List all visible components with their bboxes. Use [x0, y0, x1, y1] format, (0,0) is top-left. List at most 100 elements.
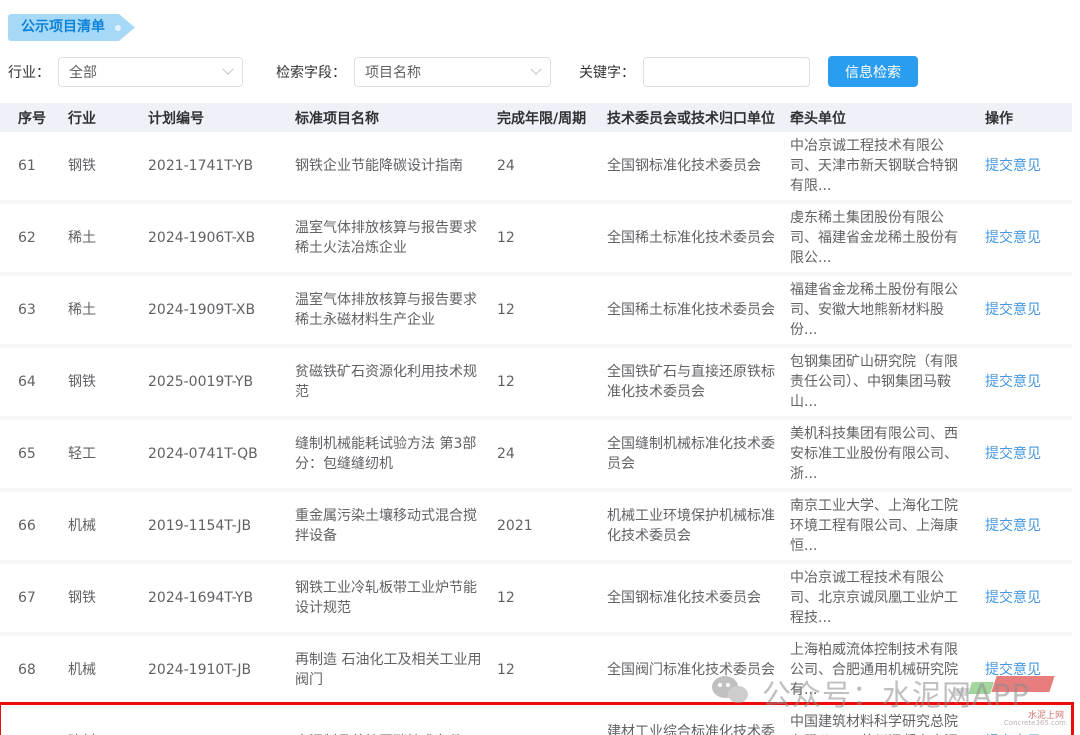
cell-committee: 机械工业环境保护机械标准化技术委员会	[607, 502, 790, 550]
cell-industry: 轻工	[68, 440, 148, 468]
cell-project-name: 钢铁企业节能降碳设计指南	[295, 152, 497, 180]
col-header-project-name: 标准项目名称	[295, 108, 497, 128]
cell-committee: 全国阀门标准化技术委员会	[607, 656, 790, 684]
table-header: 序号 行业 计划编号 标准项目名称 完成年限/周期 技术委员会或技术归口单位 牵…	[0, 103, 1072, 132]
submit-opinion-link[interactable]: 提交意见	[985, 158, 1041, 174]
cell-plan-no: 2024-1906T-XB	[148, 224, 295, 252]
cell-lead-unit: 中国建筑材料科学研究总院有限公司、苏州混凝土水泥制...	[790, 708, 985, 735]
industry-select[interactable]: 全部	[58, 57, 243, 87]
page-title: 公示项目清单	[21, 19, 105, 35]
cell-industry: 机械	[68, 512, 148, 540]
cell-seq: 62	[18, 224, 68, 252]
cell-committee: 全国铁矿石与直接还原铁标准化技术委员会	[607, 358, 790, 406]
cell-committee: 全国缝制机械标准化技术委员会	[607, 430, 790, 478]
cell-committee: 全国钢标准化技术委员会	[607, 152, 790, 180]
cell-period: 24	[497, 152, 607, 180]
submit-opinion-link[interactable]: 提交意见	[985, 518, 1041, 534]
keyword-input-wrapper	[643, 57, 810, 87]
chevron-down-icon	[222, 63, 233, 74]
cell-project-name: 缝制机械能耗试验方法 第3部分：包缝缝纫机	[295, 430, 497, 478]
cell-industry: 稀土	[68, 296, 148, 324]
table-body: 61 钢铁 2021-1741T-YB 钢铁企业节能降碳设计指南 24 全国钢标…	[0, 132, 1072, 735]
cell-industry: 稀土	[68, 224, 148, 252]
cell-project-name: 温室气体排放核算与报告要求 稀土永磁材料生产企业	[295, 286, 497, 334]
keyword-input[interactable]	[654, 64, 799, 80]
cell-action: 提交意见	[985, 152, 1072, 180]
filter-bar: 行业： 全部 检索字段： 项目名称 关键字： 信息检索	[8, 56, 1072, 87]
cell-action: 提交意见	[985, 368, 1072, 396]
cell-period: 12	[497, 368, 607, 396]
cell-project-name: 钢铁工业冷轧板带工业炉节能设计规范	[295, 574, 497, 622]
submit-opinion-link[interactable]: 提交意见	[985, 590, 1041, 606]
col-header-committee: 技术委员会或技术归口单位	[607, 108, 790, 128]
cell-seq: 65	[18, 440, 68, 468]
cell-project-name: 水泥制品养护固碳技术条件	[295, 728, 497, 735]
cell-plan-no: 2024-1909T-XB	[148, 296, 295, 324]
cell-period: 12	[497, 656, 607, 684]
search-field-select[interactable]: 项目名称	[354, 57, 551, 87]
cell-period: 2021	[497, 512, 607, 540]
cell-plan-no: 2021-1741T-YB	[148, 152, 295, 180]
cell-lead-unit: 福建省金龙稀土股份有限公司、安徽大地熊新材料股份...	[790, 276, 985, 344]
table-row: 66 机械 2019-1154T-JB 重金属污染土壤移动式混合搅拌设备 202…	[0, 488, 1072, 560]
table-row: 65 轻工 2024-0741T-QB 缝制机械能耗试验方法 第3部分：包缝缝纫…	[0, 416, 1072, 488]
cell-plan-no: 2024-1910T-JB	[148, 656, 295, 684]
cell-plan-no: 2024-1694T-YB	[148, 584, 295, 612]
cell-action: 提交意见	[985, 440, 1072, 468]
col-header-action: 操作	[985, 108, 1072, 128]
cell-seq: 64	[18, 368, 68, 396]
submit-opinion-link[interactable]: 提交意见	[985, 230, 1041, 246]
search-button[interactable]: 信息检索	[828, 56, 918, 87]
cell-industry: 机械	[68, 656, 148, 684]
col-header-lead-unit: 牵头单位	[790, 108, 985, 128]
cell-lead-unit: 上海柏威流体控制技术有限公司、合肥通用机械研究院有...	[790, 636, 985, 704]
cell-lead-unit: 中冶京诚工程技术有限公司、北京京诚凤凰工业炉工程技...	[790, 564, 985, 632]
table-row: 64 钢铁 2025-0019T-YB 贫磁铁矿石资源化利用技术规范 12 全国…	[0, 344, 1072, 416]
cell-industry: 钢铁	[68, 152, 148, 180]
cell-plan-no: 2019-1154T-JB	[148, 512, 295, 540]
table-row: 61 钢铁 2021-1741T-YB 钢铁企业节能降碳设计指南 24 全国钢标…	[0, 132, 1072, 200]
submit-opinion-link[interactable]: 提交意见	[985, 446, 1041, 462]
table-row: 68 机械 2024-1910T-JB 再制造 石油化工及相关工业用阀门 12 …	[0, 632, 1072, 704]
cell-lead-unit: 南京工业大学、上海化工院环境工程有限公司、上海康恒...	[790, 492, 985, 560]
submit-opinion-link[interactable]: 提交意见	[985, 374, 1041, 390]
cell-project-name: 再制造 石油化工及相关工业用阀门	[295, 646, 497, 694]
cell-action: 提交意见	[985, 512, 1072, 540]
cell-lead-unit: 美机科技集团有限公司、西安标准工业股份有限公司、浙...	[790, 420, 985, 488]
cell-industry: 钢铁	[68, 584, 148, 612]
cell-lead-unit: 中冶京诚工程技术有限公司、天津市新天钢联合特钢有限...	[790, 132, 985, 200]
keyword-label: 关键字：	[579, 62, 635, 82]
cell-period: 12	[497, 584, 607, 612]
search-field-select-value: 项目名称	[365, 62, 421, 82]
col-header-seq: 序号	[18, 108, 68, 128]
cell-plan-no: 2021-1787T-JC	[148, 728, 295, 735]
cell-seq: 67	[18, 584, 68, 612]
tag-dot-icon	[115, 25, 121, 31]
chevron-down-icon	[530, 63, 541, 74]
submit-opinion-link[interactable]: 提交意见	[985, 662, 1041, 678]
table-row: 62 稀土 2024-1906T-XB 温室气体排放核算与报告要求 稀土火法冶炼…	[0, 200, 1072, 272]
table-row: 67 钢铁 2024-1694T-YB 钢铁工业冷轧板带工业炉节能设计规范 12…	[0, 560, 1072, 632]
submit-opinion-link[interactable]: 提交意见	[985, 302, 1041, 318]
cell-project-name: 贫磁铁矿石资源化利用技术规范	[295, 358, 497, 406]
cell-action: 提交意见	[985, 728, 1072, 735]
cell-period: 12	[497, 296, 607, 324]
cell-plan-no: 2024-0741T-QB	[148, 440, 295, 468]
public-project-list-page: 公示项目清单 行业： 全部 检索字段： 项目名称 关键字： 信息检索 序号 行业…	[0, 0, 1080, 735]
cell-seq: 66	[18, 512, 68, 540]
cell-action: 提交意见	[985, 296, 1072, 324]
cell-committee: 全国稀土标准化技术委员会	[607, 224, 790, 252]
cell-committee: 全国钢标准化技术委员会	[607, 584, 790, 612]
cell-project-name: 温室气体排放核算与报告要求 稀土火法冶炼企业	[295, 214, 497, 262]
table-row: 63 稀土 2024-1909T-XB 温室气体排放核算与报告要求 稀土永磁材料…	[0, 272, 1072, 344]
col-header-plan-no: 计划编号	[148, 108, 295, 128]
cell-industry: 钢铁	[68, 368, 148, 396]
cell-seq: 63	[18, 296, 68, 324]
cell-industry: 建材	[68, 728, 148, 735]
cell-committee: 全国稀土标准化技术委员会	[607, 296, 790, 324]
cell-period: 24	[497, 728, 607, 735]
cell-seq: 69	[18, 728, 68, 735]
table-row: 69 建材 2021-1787T-JC 水泥制品养护固碳技术条件 24 建材工业…	[0, 704, 1072, 735]
industry-select-value: 全部	[69, 62, 97, 82]
page-title-tag: 公示项目清单	[8, 14, 135, 41]
